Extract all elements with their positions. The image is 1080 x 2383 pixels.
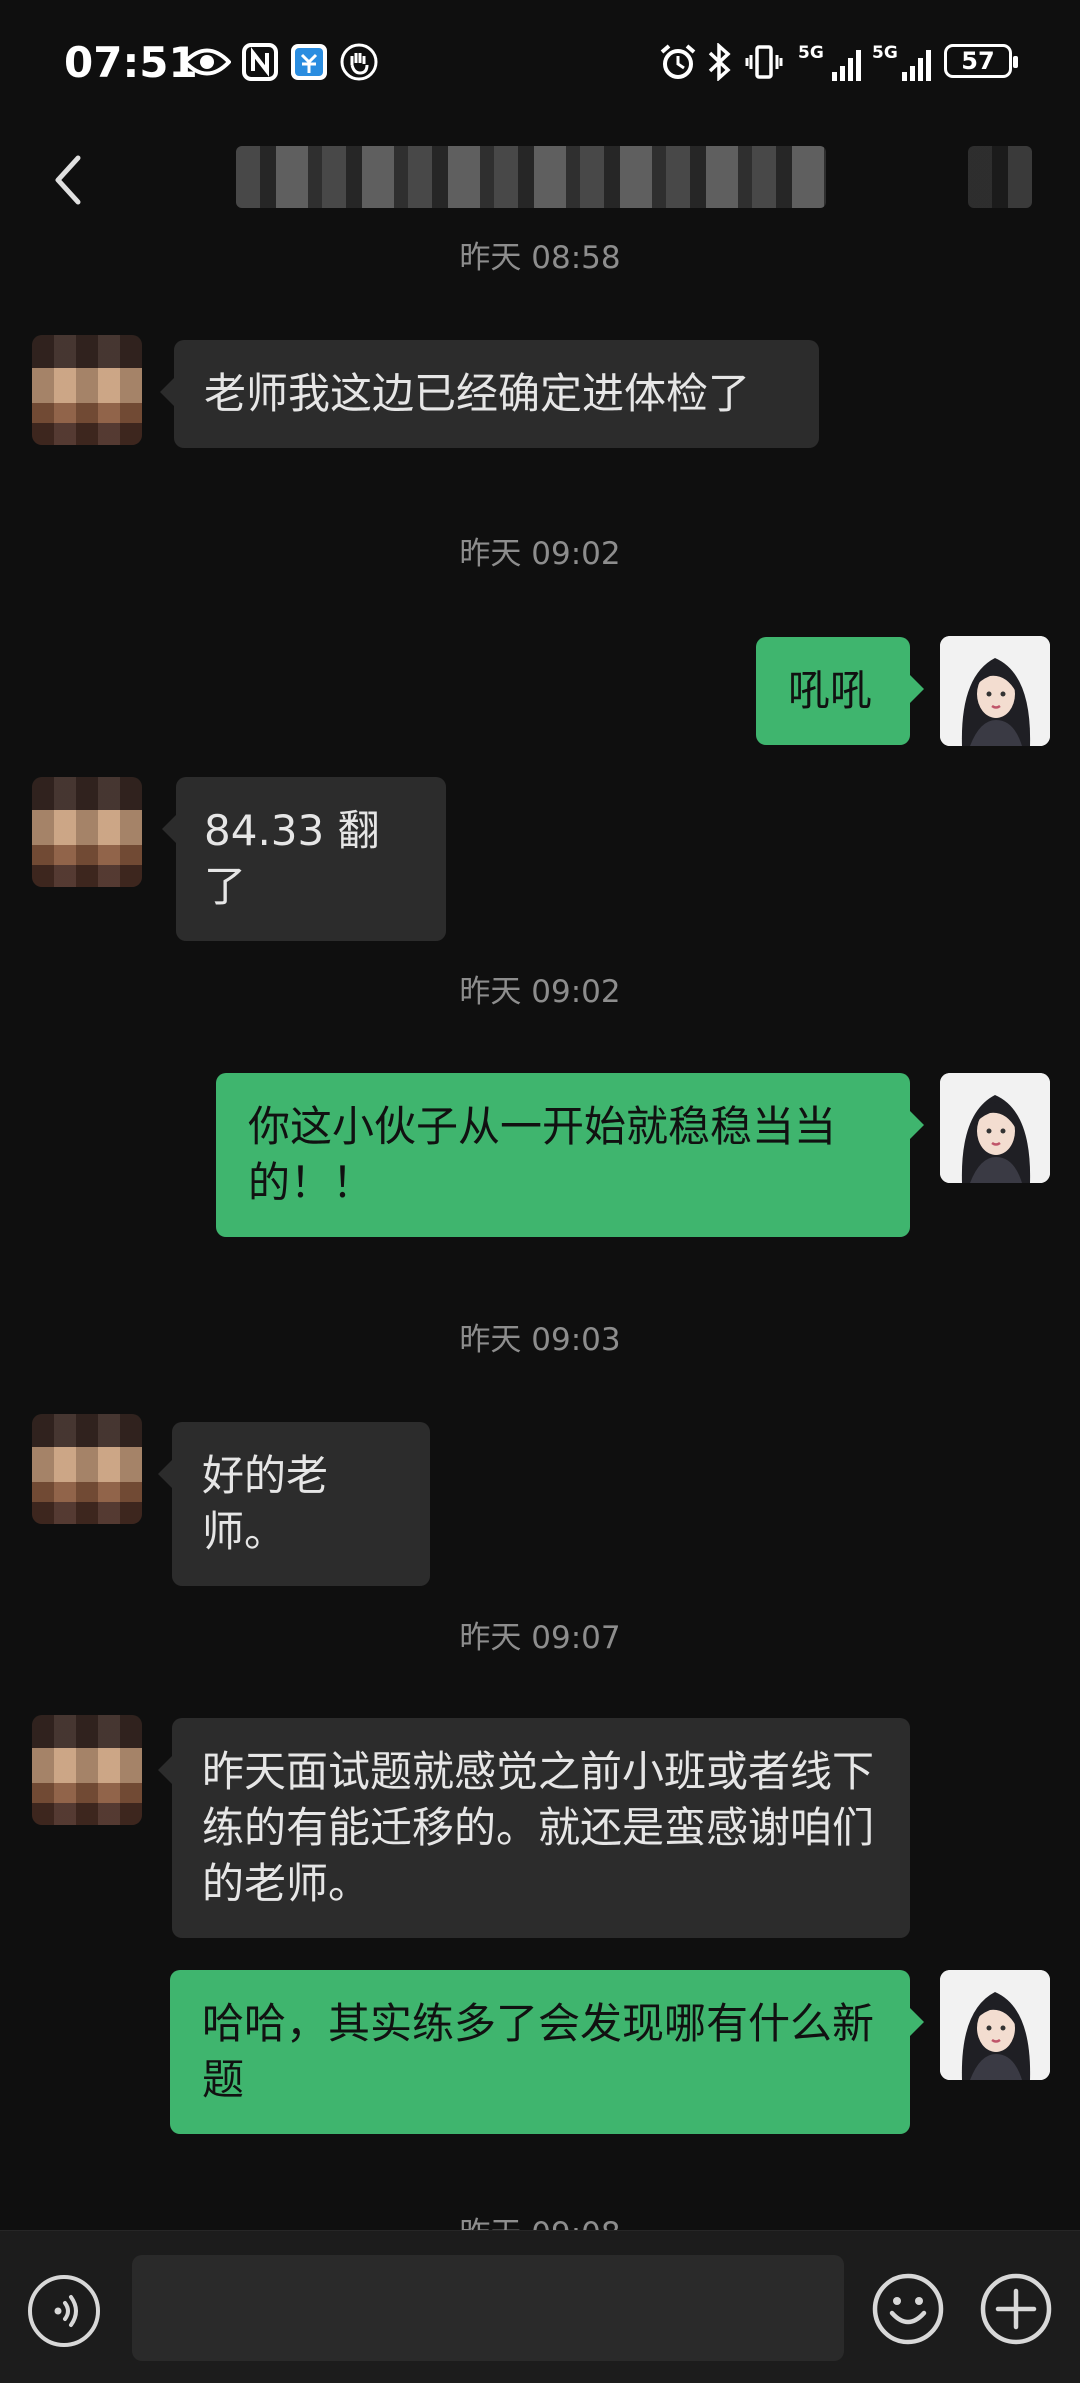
network-label-1: 5G: [798, 43, 824, 63]
chat-header: [0, 130, 1080, 230]
contact-avatar[interactable]: [32, 1715, 142, 1825]
chat-title-redacted: [236, 146, 826, 208]
emoji-icon: [872, 2273, 944, 2345]
incoming-message[interactable]: 老师我这边已经确定进体检了: [160, 340, 819, 448]
back-button[interactable]: [44, 150, 92, 210]
app-notification-icon: [288, 40, 330, 84]
incoming-message[interactable]: 好的老师。: [158, 1422, 430, 1586]
alarm-icon: [658, 40, 698, 84]
network-label-2: 5G: [872, 43, 898, 63]
contact-avatar[interactable]: [32, 777, 142, 887]
timestamp: 昨天 09:07: [459, 1620, 621, 1656]
status-time: 07:51: [64, 38, 198, 87]
avatar-illustration: [940, 1073, 1050, 1183]
contact-avatar[interactable]: [32, 1414, 142, 1524]
timestamp: 昨天 08:58: [459, 240, 621, 276]
gesture-icon: [338, 40, 380, 84]
more-button[interactable]: [978, 2271, 1054, 2347]
bluetooth-icon: [704, 40, 734, 84]
outgoing-message[interactable]: 哈哈，其实练多了会发现哪有什么新题: [170, 1970, 924, 2134]
battery-indicator: 57: [944, 44, 1018, 78]
input-bar: [0, 2230, 1080, 2383]
signal-icon-1: 5G: [796, 40, 866, 84]
voice-input-icon: [54, 2295, 78, 2327]
plus-icon: [980, 2273, 1052, 2345]
user-avatar[interactable]: [940, 1970, 1050, 2080]
avatar-illustration: [940, 636, 1050, 746]
incoming-message[interactable]: 昨天面试题就感觉之前小班或者线下练的有能迁移的。就还是蛮感谢咱们的老师。: [158, 1718, 910, 1938]
chevron-left-icon: [55, 155, 81, 205]
contact-avatar[interactable]: [32, 335, 142, 445]
user-avatar[interactable]: [940, 636, 1050, 746]
timestamp: 昨天 09:02: [459, 974, 621, 1010]
avatar-illustration: [940, 1970, 1050, 2080]
voice-button[interactable]: [28, 2275, 100, 2347]
more-options-redacted[interactable]: [968, 146, 1032, 208]
nfc-icon: [240, 40, 280, 84]
user-avatar[interactable]: [940, 1073, 1050, 1183]
outgoing-message[interactable]: 你这小伙子从一开始就稳稳当当的！！: [216, 1073, 924, 1237]
timestamp: 昨天 09:03: [459, 1322, 621, 1358]
eye-icon: [182, 40, 232, 84]
message-input[interactable]: [132, 2255, 844, 2361]
outgoing-message[interactable]: 吼吼: [756, 637, 924, 745]
emoji-button[interactable]: [870, 2271, 946, 2347]
timestamp: 昨天 09:02: [459, 536, 621, 572]
incoming-message[interactable]: 84.33 翻了: [162, 777, 446, 941]
status-bar: 07:51 5G 5G 57: [0, 0, 1080, 130]
vibrate-icon: [744, 40, 784, 84]
signal-icon-2: 5G: [870, 40, 936, 84]
